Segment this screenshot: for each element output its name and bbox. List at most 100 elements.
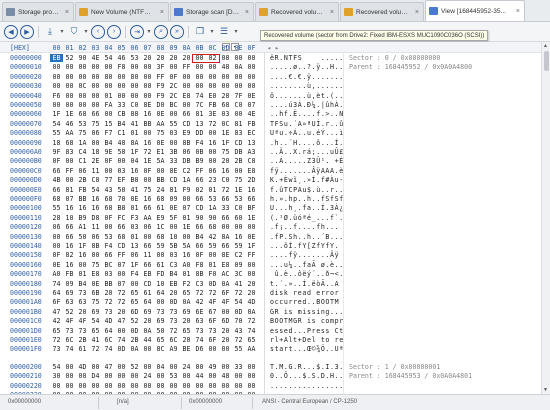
hex-byte[interactable]: 1E [63, 110, 76, 118]
hex-byte[interactable]: FF [193, 167, 206, 175]
hex-row[interactable]: 000001D0 65 73 73 65 64 00 0D 0A 50 72 65 73 73 20 43 74… [0, 327, 550, 336]
hex-byte[interactable]: 06 [141, 223, 154, 231]
close-icon[interactable]: × [243, 9, 249, 16]
hex-byte[interactable]: 00 [167, 363, 180, 371]
hex-byte[interactable]: 20 [167, 54, 180, 62]
hex-byte[interactable]: 66 [50, 167, 63, 175]
hex-byte[interactable]: 16 [141, 195, 154, 203]
hex-byte[interactable]: 0A [128, 345, 141, 353]
hex-byte[interactable]: C4 [76, 148, 89, 156]
hex-byte[interactable]: 4D [102, 317, 115, 325]
hex-byte[interactable]: 6E [193, 308, 206, 316]
hex-byte[interactable]: FB [63, 270, 76, 278]
hex-byte[interactable]: 47 [115, 317, 128, 325]
ascii-text[interactable]: 0..Ô...$.S.D.H.. [270, 372, 344, 380]
hex-byte[interactable]: 80 [128, 73, 141, 81]
hex-byte[interactable]: 0E [154, 110, 167, 118]
ascii-text[interactable]: Uªu.÷Á..u.éÝ...ì [270, 129, 344, 137]
hex-byte[interactable]: 72 [232, 289, 245, 297]
hex-byte[interactable]: 1F [128, 261, 141, 269]
hex-row[interactable]: 00000030 00 00 0C 00 00 00 00 00 F9 2C 00 00 00 00 00 00… [0, 82, 550, 91]
hex-byte[interactable]: 00 [245, 270, 258, 278]
hex-byte[interactable]: BB [141, 120, 154, 128]
hex-byte[interactable]: 73 [102, 308, 115, 316]
hex-byte[interactable]: 1F [219, 139, 232, 147]
find-next-icon[interactable]: » [170, 24, 184, 39]
hex-byte[interactable]: 0D [128, 327, 141, 335]
hex-byte[interactable]: 00 [115, 157, 128, 165]
bookmark-prev-icon[interactable]: ‹ [91, 24, 105, 39]
hex-byte[interactable]: 00 [193, 63, 206, 71]
hex-byte[interactable]: 47 [50, 308, 63, 316]
hex-byte[interactable]: 08 [219, 54, 232, 62]
hex-byte[interactable]: 68 [115, 233, 128, 241]
hex-byte[interactable]: 02 [193, 186, 206, 194]
chevron-down-icon[interactable]: ▾ [59, 25, 65, 39]
hex-byte[interactable]: 65 [128, 298, 141, 306]
hex-byte[interactable]: 0E [245, 92, 258, 100]
hex-row[interactable]: 00000120 06 66 A1 11 00 66 03 06 1C 00 1E 66 68 00 00 00… [0, 223, 550, 232]
hex-byte[interactable]: 00 [63, 82, 76, 90]
hex-byte[interactable]: 09 [63, 280, 76, 288]
tab-5[interactable]: Recovered volume (sect...× [340, 2, 424, 21]
hex-byte[interactable]: 00 [89, 139, 102, 147]
ascii-text[interactable]: ...ôÍ.fY[ZfYfY. [270, 242, 339, 250]
hex-byte[interactable]: 20 [180, 317, 193, 325]
hex-byte[interactable]: 55 [50, 129, 63, 137]
close-icon[interactable]: × [413, 9, 419, 16]
back-icon[interactable]: ◀ [4, 24, 18, 39]
hex-byte[interactable]: 00 [180, 101, 193, 109]
hex-byte[interactable]: 7C [193, 101, 206, 109]
hex-byte[interactable]: 20 [141, 317, 154, 325]
hex-byte[interactable]: 00 [63, 176, 76, 184]
hex-row[interactable]: 00000210 30 00 00 D4 00 00 00 24 00 53 00 44 00 48 00 00… [0, 372, 550, 381]
ascii-text[interactable]: T.M.G.R...$.I.3. [270, 363, 344, 371]
hex-byte[interactable]: 48 [219, 63, 232, 71]
hex-byte[interactable]: 90 [193, 214, 206, 222]
hex-byte[interactable]: 00 [76, 101, 89, 109]
hex-byte[interactable]: 00 [180, 372, 193, 380]
hex-byte[interactable]: 54 [102, 54, 115, 62]
hex-byte[interactable]: 00 [154, 372, 167, 380]
hex-byte[interactable]: 00 [141, 363, 154, 371]
hex-byte[interactable]: 00 [115, 363, 128, 371]
hex-byte[interactable]: D0 [154, 101, 167, 109]
ascii-text[interactable]: ..Á.....Z3Û¹. +È [270, 157, 344, 165]
hex-byte[interactable]: 06 [206, 167, 219, 175]
hex-byte[interactable]: 00 [154, 251, 167, 259]
hex-byte[interactable]: 2B [232, 157, 245, 165]
hex-byte[interactable]: 00 [154, 167, 167, 175]
hex-byte[interactable]: F6 [50, 92, 63, 100]
ascii-text[interactable]: .....ø..?.ÿ..H.. [270, 63, 344, 71]
hex-byte[interactable]: 00 [232, 382, 245, 390]
hex-byte[interactable]: 16 [63, 261, 76, 269]
hex-byte[interactable]: 00 [102, 110, 115, 118]
hex-byte[interactable]: 3C [232, 270, 245, 278]
hex-byte[interactable]: 2D [245, 176, 258, 184]
hex-byte[interactable]: 4D [76, 363, 89, 371]
hex-byte[interactable]: 73 [50, 345, 63, 353]
scroll-down-icon[interactable]: ▼ [543, 387, 548, 393]
hex-byte[interactable]: 4E [245, 110, 258, 118]
ascii-text[interactable]: ........ù,...... [270, 82, 344, 90]
hex-byte[interactable]: 00 [219, 73, 232, 81]
hex-byte[interactable]: 23 [206, 176, 219, 184]
hex-byte[interactable]: 00 [219, 223, 232, 231]
hex-byte[interactable]: 72 [219, 186, 232, 194]
hex-byte[interactable]: FB [245, 120, 258, 128]
hex-byte[interactable]: 00 [115, 73, 128, 81]
hex-byte[interactable]: 69 [180, 308, 193, 316]
hex-byte[interactable]: 04 [154, 363, 167, 371]
scroll-thumb[interactable] [544, 51, 549, 71]
hex-byte[interactable]: FB [206, 101, 219, 109]
hex-byte[interactable]: 00 [232, 82, 245, 90]
hex-byte[interactable]: 00 [232, 372, 245, 380]
hex-byte[interactable]: 64 [154, 289, 167, 297]
hex-byte[interactable]: B8 [128, 176, 141, 184]
hex-byte[interactable]: E8 [219, 261, 232, 269]
hex-byte[interactable]: EF [115, 176, 128, 184]
ascii-text[interactable]: TFSu.´A»ªUÍ.r..û [270, 120, 344, 128]
hex-byte[interactable]: AA [154, 120, 167, 128]
hex-byte[interactable]: C0 [232, 101, 245, 109]
hex-byte[interactable]: 1E [180, 223, 193, 231]
